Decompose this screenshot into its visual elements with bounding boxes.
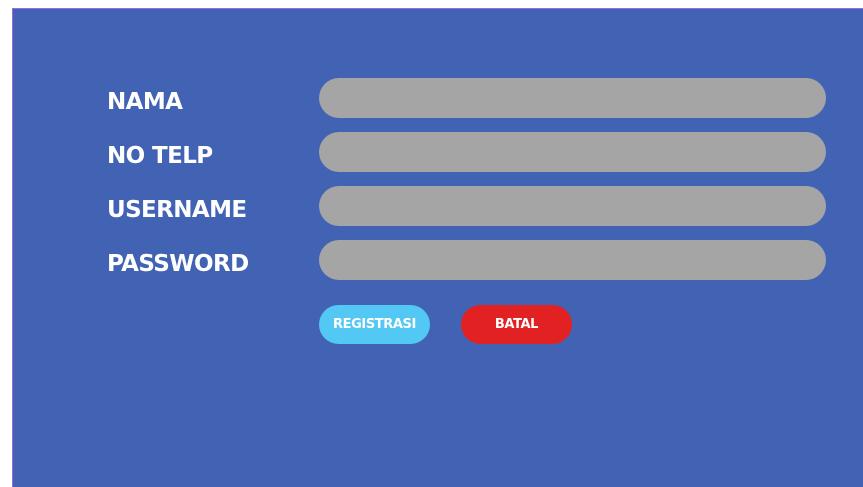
app-window: NAMA NO TELP USERNAME PASSWORD REGISTRAS… [0, 0, 863, 487]
nama-label: NAMA [107, 89, 183, 115]
no-telp-input[interactable] [319, 132, 826, 172]
username-input[interactable] [319, 186, 826, 226]
username-label: USERNAME [107, 197, 247, 223]
registration-panel: NAMA NO TELP USERNAME PASSWORD REGISTRAS… [12, 8, 863, 487]
no-telp-label: NO TELP [107, 143, 213, 169]
nama-input[interactable] [319, 78, 826, 118]
password-input[interactable] [319, 240, 826, 280]
batal-button[interactable]: BATAL [461, 305, 572, 344]
registrasi-button[interactable]: REGISTRASI [319, 305, 430, 344]
password-label: PASSWORD [107, 251, 249, 277]
